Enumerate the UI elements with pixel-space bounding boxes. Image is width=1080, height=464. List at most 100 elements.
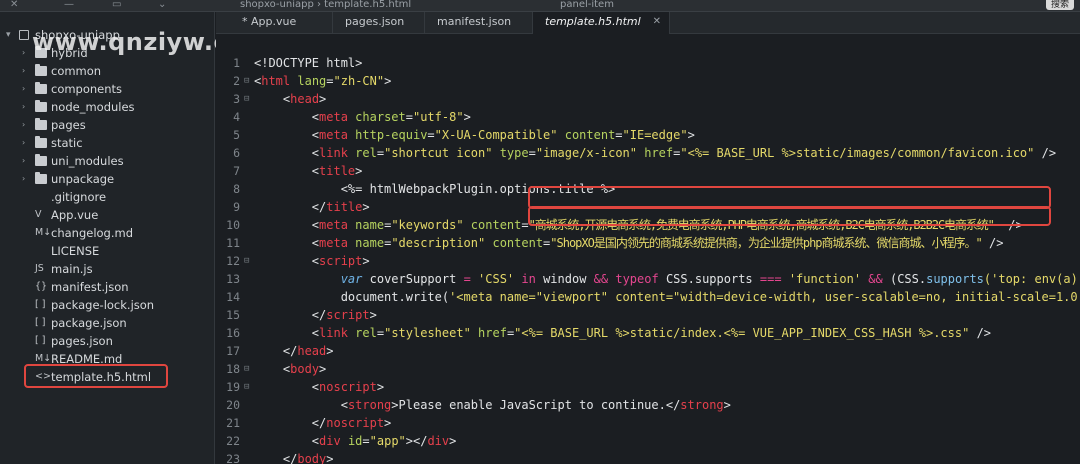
chevron-right-icon[interactable]: ›: [22, 44, 25, 62]
tree-item-label: App.vue: [51, 208, 99, 222]
chevron-down-icon[interactable]: ▾: [6, 26, 11, 44]
code-editor[interactable]: 1 <!DOCTYPE html> 2 ⊟ <html lang="zh-CN"> 3…: [216, 34, 1080, 464]
file-item[interactable]: JS main.js: [0, 260, 215, 278]
search-button[interactable]: 搜索: [1046, 0, 1074, 10]
folder-item[interactable]: › node_modules: [0, 98, 215, 116]
code-line: 16 <link rel="stylesheet" href="<%= BASE…: [226, 326, 992, 340]
code-line: 14 document.write('<meta name="viewport"…: [226, 290, 1078, 304]
chevron-right-icon[interactable]: ›: [22, 170, 25, 188]
file-icon: M↓: [35, 227, 52, 238]
tree-item-label: pages: [51, 118, 86, 132]
folder-item[interactable]: › unpackage: [0, 170, 215, 188]
chevron-right-icon[interactable]: ›: [22, 80, 25, 98]
folder-item[interactable]: › static: [0, 134, 215, 152]
tab-label: pages.json: [345, 15, 405, 28]
file-icon: [ ]: [35, 299, 46, 310]
title-bar: ✕ — ▭ ⌄ shopxo-uniapp › template.h5.html…: [0, 0, 1080, 12]
folder-icon: [35, 118, 47, 130]
file-item[interactable]: [ ] package.json: [0, 314, 215, 332]
tree-item-label: common: [51, 64, 102, 78]
file-item[interactable]: LICENSE: [0, 242, 215, 260]
tree-item-label: LICENSE: [51, 244, 100, 258]
tab-manifest-json[interactable]: manifest.json: [425, 12, 533, 34]
file-item[interactable]: M↓ changelog.md: [0, 224, 215, 242]
folder-item[interactable]: › pages: [0, 116, 215, 134]
file-icon: V: [35, 209, 42, 220]
file-icon: [35, 192, 47, 202]
code-line: 5 <meta http-equiv="X-UA-Compatible" con…: [233, 128, 695, 142]
code-line: 21 </noscript>: [226, 416, 392, 430]
tab-label: manifest.json: [437, 15, 512, 28]
folder-icon: [35, 154, 47, 166]
folder-icon: [35, 136, 47, 148]
minimize-icon[interactable]: —: [64, 0, 76, 10]
file-icon: [ ]: [35, 335, 46, 346]
folder-item[interactable]: › common: [0, 62, 215, 80]
project-icon: [19, 30, 29, 40]
folder-icon: [35, 64, 47, 76]
highlight-box-template-file: [24, 364, 168, 388]
code-line: 4 <meta charset="utf-8">: [233, 110, 471, 124]
folder-item[interactable]: › uni_modules: [0, 152, 215, 170]
file-icon: [35, 246, 47, 256]
tab-pages-json[interactable]: pages.json: [333, 12, 425, 34]
file-icon: {}: [35, 281, 48, 292]
watermark: www.qnziyw.cn: [32, 28, 246, 56]
code-line: 6 <link rel="shortcut icon" type="image/…: [233, 146, 1057, 160]
file-item[interactable]: V App.vue: [0, 206, 215, 224]
tree-item-label: package.json: [51, 316, 127, 330]
code-line: 18 ⊟ <body>: [226, 362, 327, 376]
folder-icon: [35, 100, 47, 112]
project-explorer: ▾ shopxo-uniapp › hybrid › common › component…: [0, 12, 215, 464]
tab-template-h5-html[interactable]: template.h5.html ✕: [533, 12, 670, 34]
code-line: 15 </script>: [226, 308, 377, 322]
tree-item-label: changelog.md: [51, 226, 134, 240]
file-icon: [ ]: [35, 317, 46, 328]
code-line: 2 ⊟ <html lang="zh-CN">: [233, 74, 392, 88]
chevron-right-icon[interactable]: ›: [22, 116, 25, 134]
tree-item-label: package-lock.json: [51, 298, 155, 312]
chevron-right-icon[interactable]: ›: [22, 152, 25, 170]
file-icon: M↓: [35, 353, 52, 364]
code-line: 24</html>: [216, 450, 1080, 464]
tree-item-label: manifest.json: [51, 280, 129, 294]
folder-icon: [35, 82, 47, 94]
chevron-right-icon[interactable]: ›: [22, 134, 25, 152]
tree-item-label: components: [51, 82, 123, 96]
file-item[interactable]: [ ] pages.json: [0, 332, 215, 350]
code-line: 22 <div id="app"></div>: [226, 434, 457, 448]
highlight-box-description: [528, 206, 1051, 226]
folder-icon: [35, 172, 47, 184]
code-line: 17 </head>: [226, 344, 334, 358]
tree-item-label: static: [51, 136, 83, 150]
code-line: 13 var coverSupport = 'CSS' in window &&…: [226, 272, 1078, 286]
code-line: 23 </body>: [226, 452, 334, 464]
close-icon[interactable]: ✕: [10, 0, 22, 10]
code-line: 20 <strong>Please enable JavaScript to c…: [226, 398, 731, 412]
code-line: 1 <!DOCTYPE html>: [233, 56, 363, 70]
file-item[interactable]: {} manifest.json: [0, 278, 215, 296]
tab-label: * App.vue: [242, 15, 297, 28]
file-icon: JS: [35, 263, 44, 274]
folder-item[interactable]: › components: [0, 80, 215, 98]
file-item[interactable]: [ ] package-lock.json: [0, 296, 215, 314]
tree-item-label: .gitignore: [51, 190, 107, 204]
code-line: 3 ⊟ <head>: [233, 92, 327, 106]
tree-item-label: uni_modules: [51, 154, 124, 168]
tree-item-label: unpackage: [51, 172, 115, 186]
tab-label: template.h5.html: [545, 15, 641, 28]
tab-bar: * App.vue pages.json manifest.json templ…: [216, 12, 1080, 34]
chevron-right-icon[interactable]: ›: [22, 98, 25, 116]
code-line: 19 ⊟ <noscript>: [226, 380, 385, 394]
tree-item-label: node_modules: [51, 100, 135, 114]
close-tab-icon[interactable]: ✕: [653, 12, 661, 32]
code-line: 12 ⊟ <script>: [226, 254, 370, 268]
document-icon[interactable]: ▭: [112, 0, 124, 10]
file-item[interactable]: .gitignore: [0, 188, 215, 206]
search-input[interactable]: panel-item: [560, 0, 614, 10]
tab-app-vue[interactable]: * App.vue: [230, 12, 333, 34]
code-line: 8 <%= htmlWebpackPlugin.options.title %>: [233, 182, 616, 196]
chevron-right-icon[interactable]: ›: [22, 62, 25, 80]
expand-icon[interactable]: ⌄: [158, 0, 170, 10]
tree-item-label: pages.json: [51, 334, 113, 348]
